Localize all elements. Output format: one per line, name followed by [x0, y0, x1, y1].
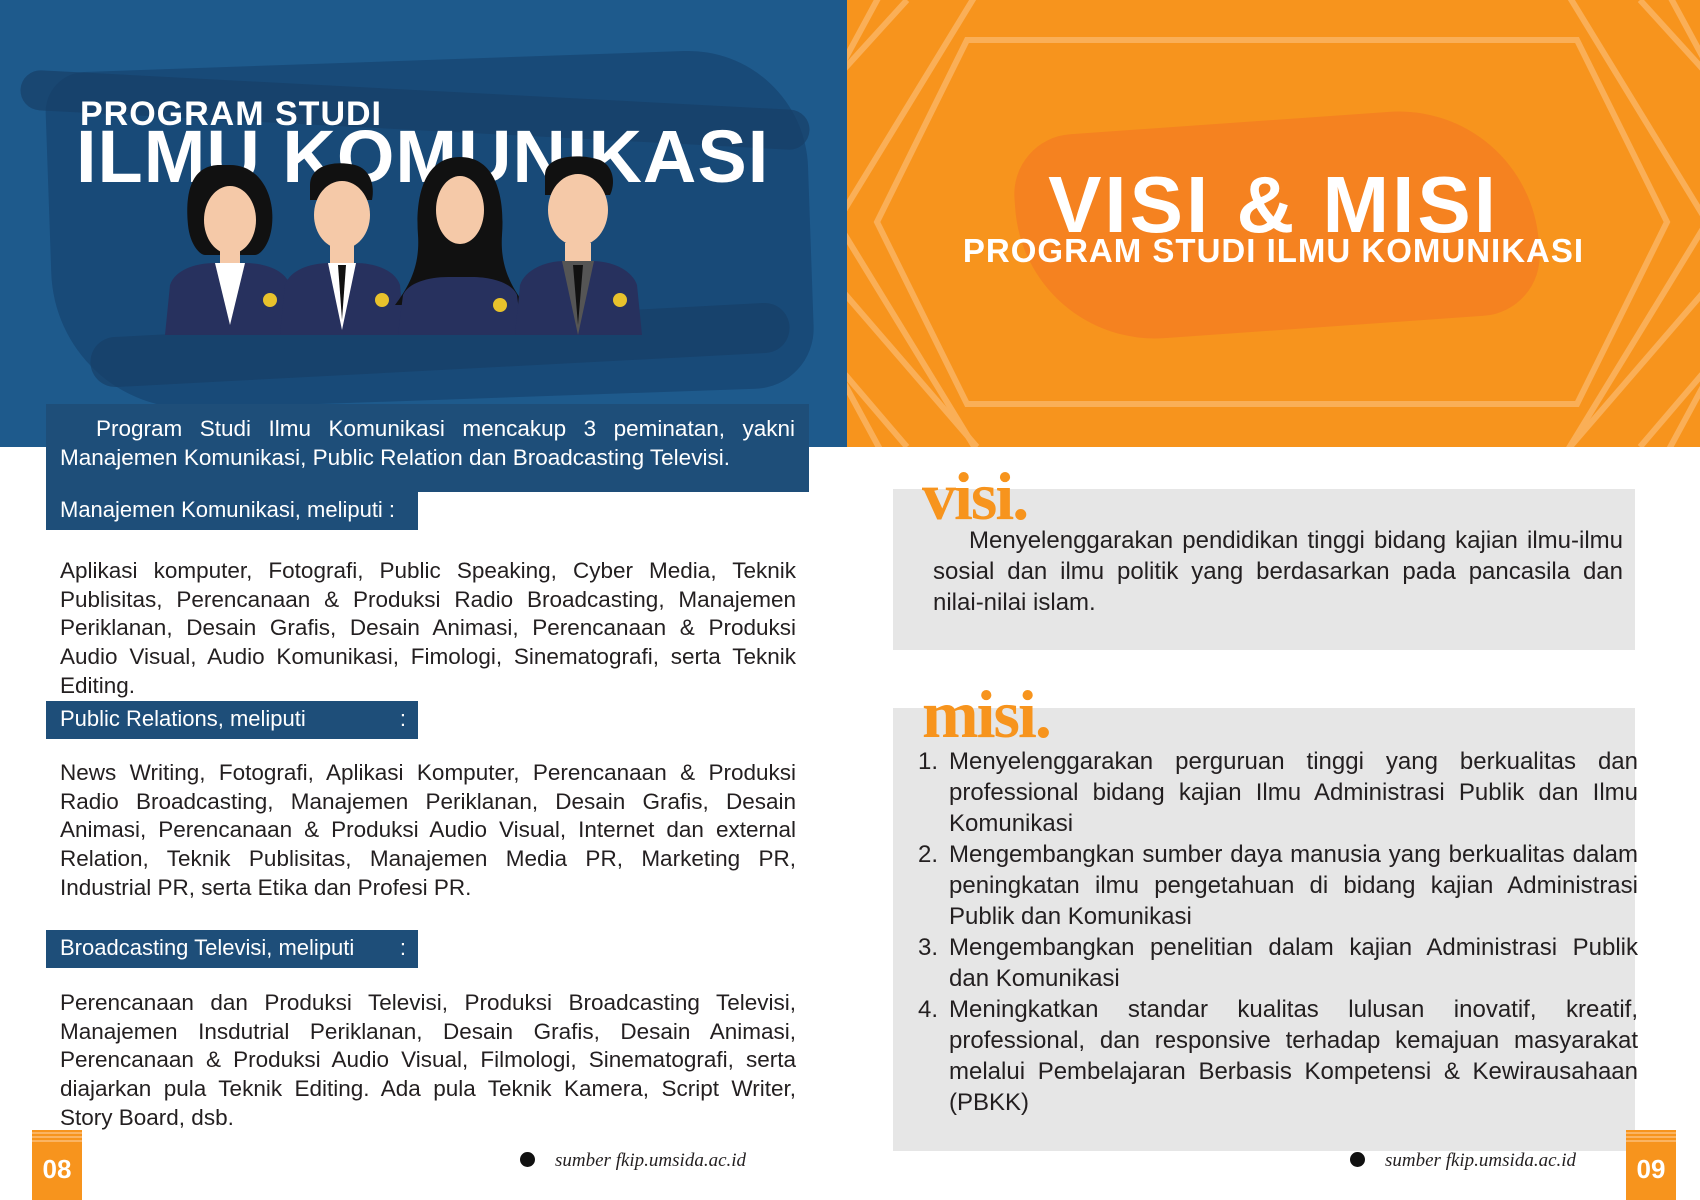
left-header-banner: PROGRAM STUDI ILMU KOMUNIKASI: [0, 0, 847, 447]
section-text-broadcasting: Perencanaan dan Produksi Televisi, Produ…: [60, 990, 796, 1130]
section-heading-label: Broadcasting Televisi, meliputi: [60, 935, 355, 960]
list-item: 1. Menyelenggarakan perguruan tinggi yang…: [918, 746, 1638, 839]
page-number-right: 09: [1626, 1130, 1676, 1200]
intro-text: Program Studi Ilmu Komunikasi mencakup 3…: [60, 416, 795, 470]
source-text: sumber fkip.umsida.ac.id: [555, 1150, 747, 1171]
heading-colon: :: [399, 935, 406, 960]
section-text-public-relations: News Writing, Fotografi, Aplikasi Komput…: [60, 760, 796, 900]
source-credit-left: sumber fkip.umsida.ac.id: [520, 1150, 746, 1172]
list-number: 4.: [918, 996, 939, 1023]
student-figure: [165, 165, 295, 335]
list-number: 2.: [918, 841, 939, 868]
list-number: 1.: [918, 748, 939, 775]
misi-list: 1. Menyelenggarakan perguruan tinggi yang…: [918, 746, 1638, 1118]
intro-paragraph-box: Program Studi Ilmu Komunikasi mencakup 3…: [46, 404, 809, 492]
section-heading-label: Manajemen Komunikasi, meliputi :: [60, 497, 396, 522]
list-item-text: Menyelenggarakan perguruan tinggi yang b…: [949, 748, 1638, 837]
list-item-text: Mengembangkan penelitian dalam kajian Ad…: [949, 934, 1638, 992]
visi-text: Menyelenggarakan pendidikan tinggi bidan…: [933, 525, 1623, 618]
bullet-dot-icon: [1350, 1152, 1365, 1167]
section-heading-broadcasting: Broadcasting Televisi, meliputi :: [46, 930, 418, 968]
list-item-text: Meningkatkan standar kualitas lulusan in…: [949, 996, 1638, 1116]
heading-colon: :: [399, 706, 406, 731]
students-illustration: [165, 156, 642, 335]
list-item: 4. Meningkatkan standar kualitas lulusan …: [918, 994, 1638, 1118]
section-text-manajemen: Aplikasi komputer, Fotografi, Public Spe…: [60, 558, 796, 698]
list-number: 3.: [918, 934, 939, 961]
visi-misi-subtitle: PROGRAM STUDI ILMU KOMUNIKASI: [962, 232, 1585, 269]
bullet-dot-icon: [520, 1152, 535, 1167]
student-figure: [395, 157, 525, 335]
section-heading-label: Public Relations, meliputi: [60, 706, 306, 731]
misi-heading: misi.: [922, 676, 1052, 752]
source-credit-right: sumber fkip.umsida.ac.id: [1350, 1150, 1576, 1172]
list-item-text: Mengembangkan sumber daya manusia yang b…: [949, 841, 1638, 930]
student-figure: [515, 156, 642, 335]
page-number-left: 08: [32, 1130, 82, 1200]
visi-heading: visi.: [922, 458, 1029, 534]
source-text: sumber fkip.umsida.ac.id: [1385, 1150, 1577, 1171]
section-heading-manajemen: Manajemen Komunikasi, meliputi :: [46, 492, 418, 530]
section-heading-public-relations: Public Relations, meliputi :: [46, 701, 418, 739]
list-item: 2. Mengembangkan sumber daya manusia yang…: [918, 839, 1638, 932]
list-item: 3. Mengembangkan penelitian dalam kajian …: [918, 932, 1638, 994]
student-figure: [280, 163, 405, 335]
visi-statement: Menyelenggarakan pendidikan tinggi bidan…: [933, 527, 1623, 616]
